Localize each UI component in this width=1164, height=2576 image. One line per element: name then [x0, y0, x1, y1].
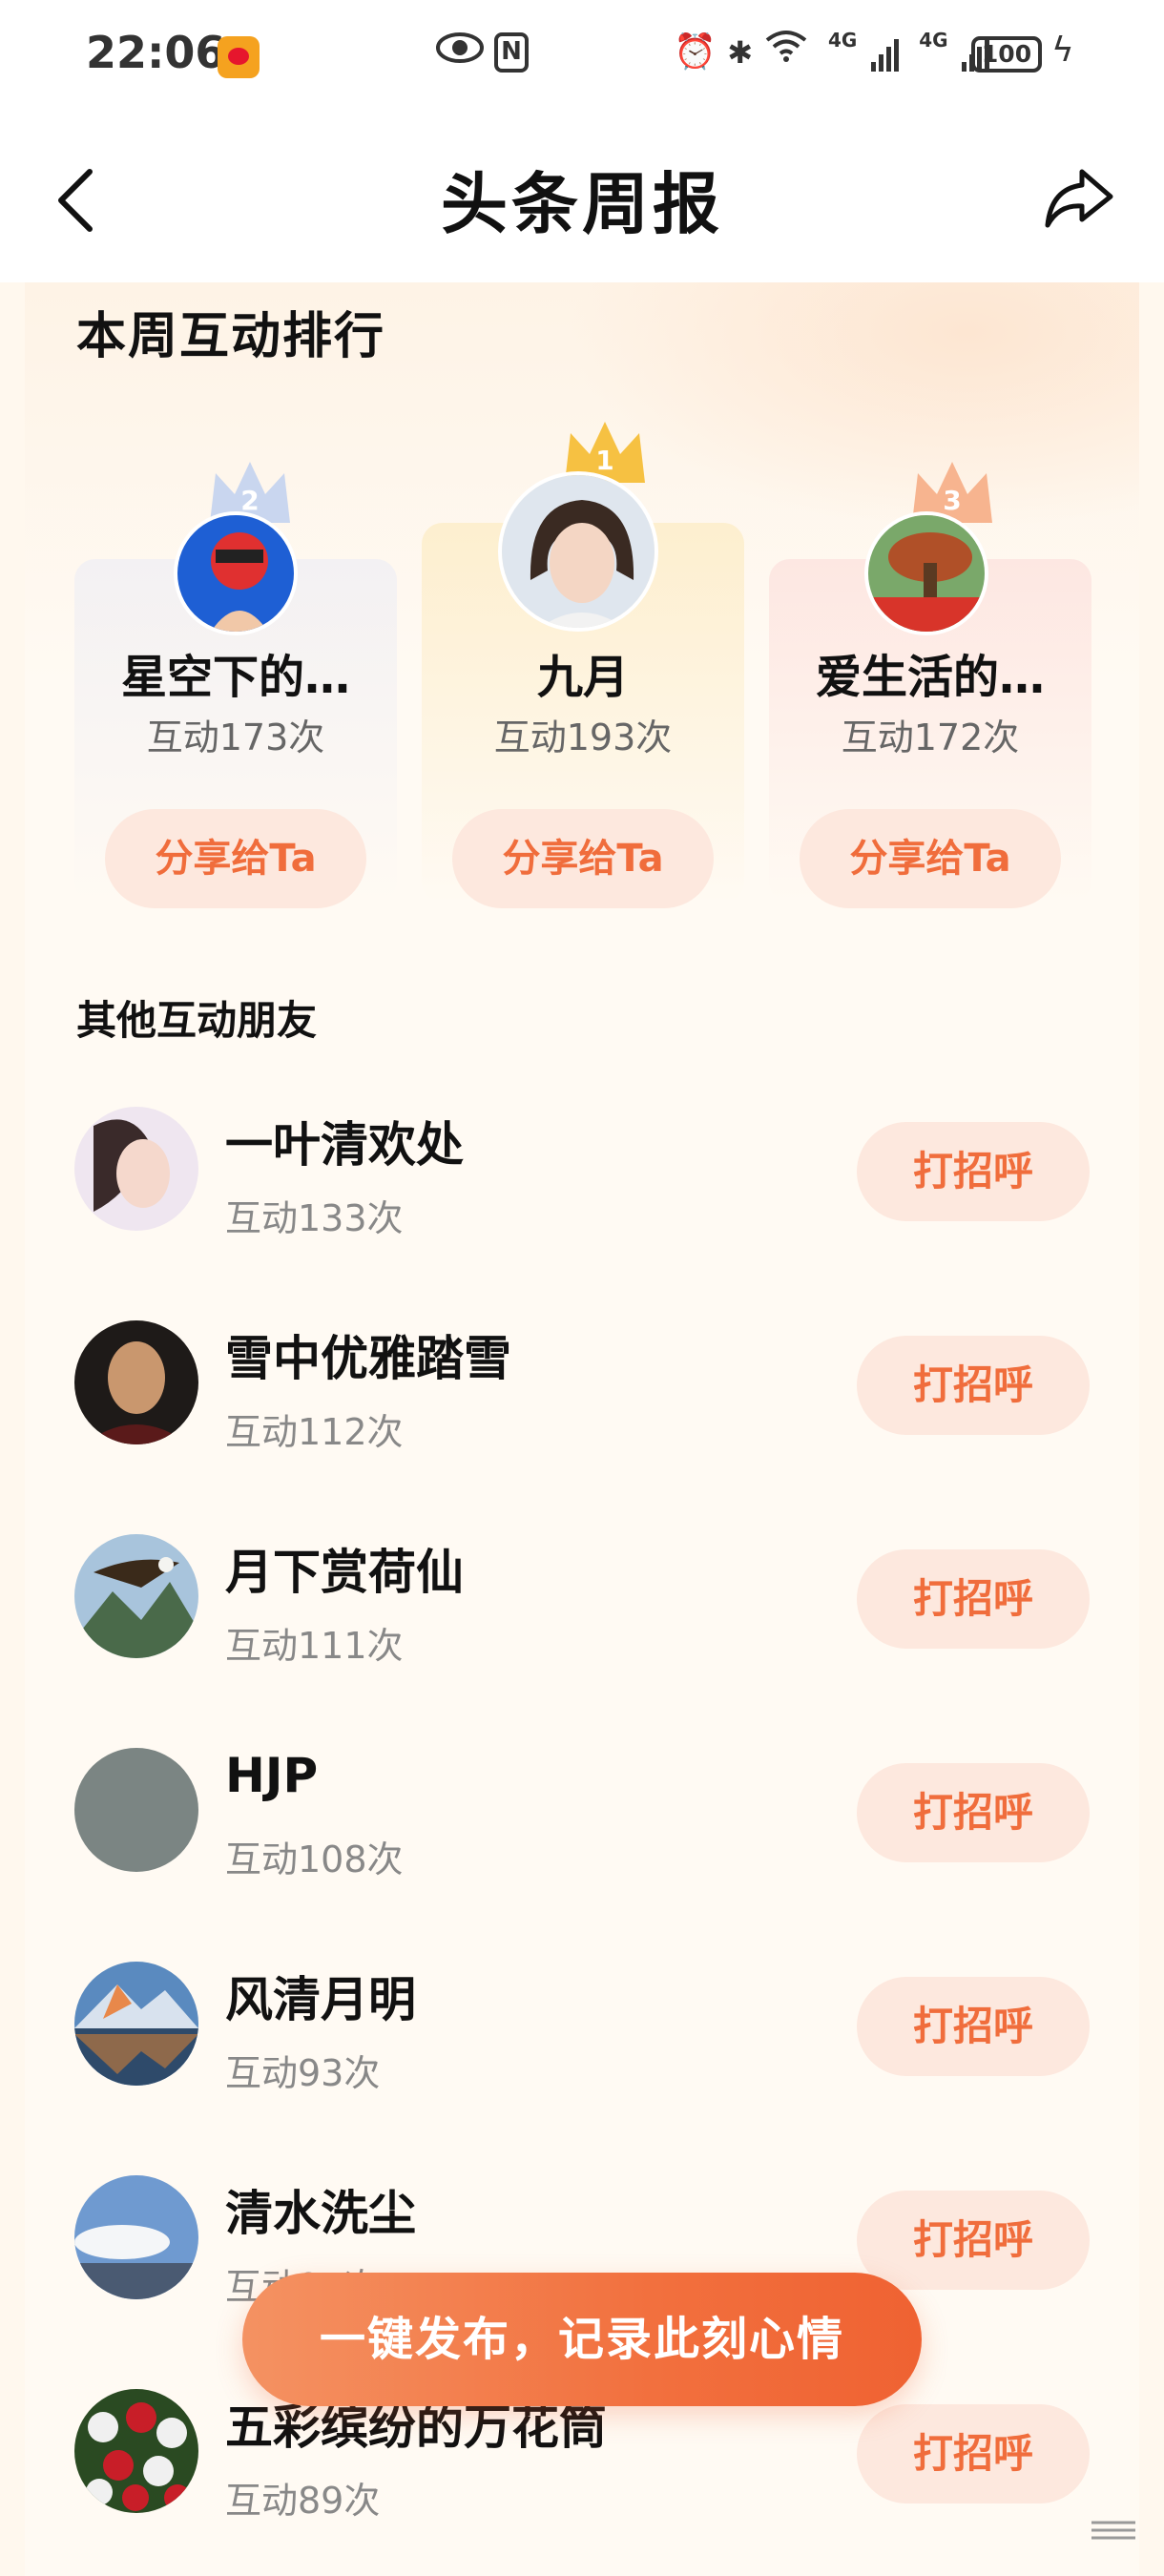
- interaction-count: 互动112次: [225, 1411, 404, 1453]
- weibo-app-icon: [218, 36, 260, 78]
- battery-icon: 100: [971, 36, 1042, 73]
- friend-name: 雪中优雅踏雪: [225, 1331, 511, 1386]
- rank-number: 2: [240, 485, 260, 516]
- bluetooth-icon: ✱: [727, 34, 754, 71]
- friend-name: 一叶清欢处: [225, 1117, 464, 1173]
- network-label-2: 4G: [919, 29, 948, 52]
- nfc-icon: N: [494, 32, 529, 73]
- avatar[interactable]: [74, 2175, 198, 2299]
- avatar[interactable]: [174, 511, 298, 635]
- share-arrow-icon: [1045, 169, 1113, 228]
- status-time: 22:06: [86, 27, 226, 78]
- charging-icon: ϟ: [1051, 31, 1074, 70]
- say-hi-button[interactable]: 打招呼: [857, 1977, 1090, 2076]
- eye-icon: [435, 29, 485, 76]
- share-to-user-button[interactable]: 分享给Ta: [452, 809, 714, 908]
- ranking-section-title: 本周互动排行: [76, 308, 386, 365]
- quick-post-button[interactable]: 一键发布，记录此刻心情: [242, 2273, 922, 2406]
- friend-name: 风清月明: [225, 1972, 416, 2027]
- friend-name: 清水洗尘: [225, 2186, 416, 2241]
- friend-name: HJP: [225, 1748, 319, 1803]
- say-hi-button[interactable]: 打招呼: [857, 2404, 1090, 2503]
- share-button[interactable]: [1040, 160, 1116, 237]
- status-bar: 22:06 N ⏰ ✱ 4G 4G 100 ϟ: [0, 0, 1164, 114]
- avatar[interactable]: [74, 1107, 198, 1231]
- say-hi-button[interactable]: 打招呼: [857, 1122, 1090, 1221]
- say-hi-button[interactable]: 打招呼: [857, 1549, 1090, 1649]
- page-title: 头条周报: [441, 165, 723, 243]
- card-decoration: [567, 282, 1139, 530]
- share-to-user-button[interactable]: 分享给Ta: [105, 809, 366, 908]
- avatar[interactable]: [74, 1534, 198, 1658]
- say-hi-button[interactable]: 打招呼: [857, 1336, 1090, 1435]
- share-to-user-button[interactable]: 分享给Ta: [800, 809, 1061, 908]
- interaction-count: 互动108次: [225, 1839, 404, 1880]
- interaction-count: 互动172次: [841, 717, 1020, 758]
- avatar[interactable]: [74, 2389, 198, 2513]
- interaction-count: 互动173次: [146, 717, 325, 758]
- interaction-count: 互动133次: [225, 1197, 404, 1239]
- network-label-1: 4G: [828, 29, 858, 52]
- interaction-count: 互动193次: [493, 717, 673, 758]
- alarm-icon: ⏰: [674, 32, 717, 72]
- top-user-name: 爱生活的…: [815, 651, 1045, 704]
- wifi-icon: [764, 31, 819, 72]
- status-icons: ⏰ ✱ 4G 4G: [674, 29, 990, 72]
- say-hi-button[interactable]: 打招呼: [857, 2191, 1090, 2290]
- avatar[interactable]: [498, 471, 658, 632]
- avatar[interactable]: [74, 1748, 198, 1872]
- interaction-count: 互动89次: [225, 2480, 381, 2522]
- top-user-name: 星空下的…: [120, 651, 350, 704]
- avatar[interactable]: [864, 511, 988, 635]
- top-navigation-bar: 头条周报: [0, 114, 1164, 282]
- menu-lines-icon: [1088, 2519, 1139, 2542]
- say-hi-button[interactable]: 打招呼: [857, 1763, 1090, 1862]
- interaction-count: 互动111次: [225, 1625, 404, 1667]
- signal-icon: [868, 32, 899, 72]
- other-friends-title: 其他互动朋友: [76, 997, 318, 1044]
- interaction-count: 互动93次: [225, 2052, 381, 2094]
- avatar[interactable]: [74, 1962, 198, 2086]
- friend-name: 月下赏荷仙: [225, 1545, 464, 1600]
- top-user-name: 九月: [536, 651, 629, 704]
- avatar[interactable]: [74, 1320, 198, 1444]
